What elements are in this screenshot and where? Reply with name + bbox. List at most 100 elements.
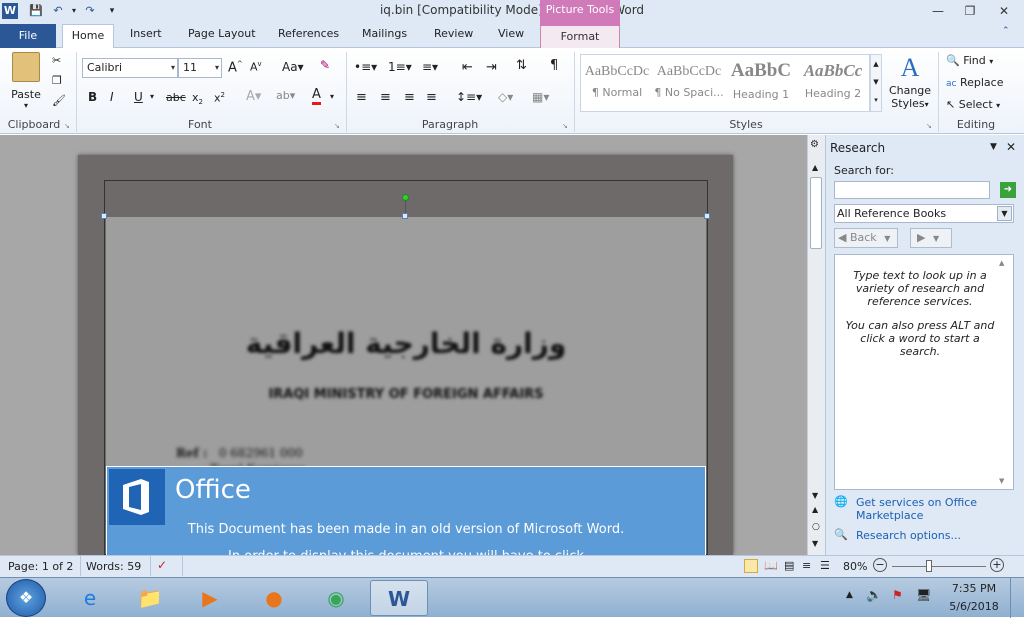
show-desktop-button[interactable] xyxy=(1010,578,1024,618)
tab-page-layout[interactable]: Page Layout xyxy=(188,27,256,40)
tab-references[interactable]: References xyxy=(278,27,339,40)
underline-icon[interactable]: U xyxy=(134,90,143,104)
research-options-link[interactable]: Research options... xyxy=(856,529,961,542)
tab-view[interactable]: View xyxy=(498,27,524,40)
format-painter-icon[interactable]: 🖌 xyxy=(52,94,66,107)
change-case-icon[interactable]: Aa▾ xyxy=(282,60,304,74)
full-screen-reading-icon[interactable]: 📖 xyxy=(764,559,778,572)
web-layout-icon[interactable]: ▤ xyxy=(784,559,794,572)
line-spacing-icon[interactable]: ↕≡▾ xyxy=(456,90,482,104)
internet-explorer-icon[interactable]: e xyxy=(64,580,116,616)
volume-icon[interactable]: 🔈 xyxy=(866,588,882,603)
strikethrough-icon[interactable]: abc xyxy=(166,91,186,104)
minimize-button[interactable]: — xyxy=(924,2,952,20)
show-formatting-icon[interactable]: ¶ xyxy=(550,58,558,73)
clock[interactable]: 7:35 PM 5/6/2018 xyxy=(944,582,1004,613)
zoom-in-icon[interactable]: + xyxy=(990,558,1004,572)
scroll-up-icon[interactable]: ▲ xyxy=(812,163,818,172)
next-page-icon[interactable]: ▼ xyxy=(812,539,818,548)
scroll-down-icon[interactable]: ▼ xyxy=(812,491,818,500)
zoom-slider-thumb[interactable] xyxy=(926,560,932,572)
tab-mailings[interactable]: Mailings xyxy=(362,27,407,40)
word-taskbar-icon[interactable]: W xyxy=(370,580,428,616)
proofing-icon[interactable]: ✓ xyxy=(157,558,167,572)
results-scroll-up-icon[interactable]: ▲ xyxy=(999,259,1004,267)
style-heading-1[interactable]: AaBbC Heading 1 xyxy=(726,56,796,108)
font-color-dropdown-icon[interactable]: ▾ xyxy=(330,92,334,101)
align-center-icon[interactable]: ≡ xyxy=(380,90,391,105)
clear-formatting-icon[interactable]: ✎ xyxy=(320,58,330,72)
highlight-icon[interactable]: ab▾ xyxy=(276,89,295,102)
style-normal[interactable]: AaBbCcDc ¶ Normal xyxy=(582,56,652,108)
decrease-indent-icon[interactable]: ⇤ xyxy=(462,60,473,75)
change-styles-button[interactable]: A Change Styles▾ xyxy=(886,52,934,110)
zoom-slider[interactable] xyxy=(892,566,986,567)
align-right-icon[interactable]: ≡ xyxy=(404,90,415,105)
align-left-icon[interactable]: ≡ xyxy=(356,90,367,105)
action-center-icon[interactable]: ⚑ xyxy=(892,588,903,602)
search-input[interactable] xyxy=(834,181,990,199)
firefox-icon[interactable]: ● xyxy=(248,580,300,616)
font-launcher-icon[interactable]: ↘ xyxy=(334,122,340,130)
services-link[interactable]: Get services on Office Marketplace xyxy=(856,496,1016,522)
page-count[interactable]: Page: 1 of 2 xyxy=(8,560,73,573)
close-pane-icon[interactable]: ✕ xyxy=(1006,140,1016,154)
start-search-icon[interactable]: ➜ xyxy=(1000,182,1016,198)
replace-button[interactable]: ac Replace xyxy=(946,76,1003,89)
underline-dropdown-icon[interactable]: ▾ xyxy=(150,92,154,101)
forward-button[interactable]: ▶ ▼ xyxy=(910,228,952,248)
results-scroll-down-icon[interactable]: ▼ xyxy=(999,477,1004,485)
style-no-spacing[interactable]: AaBbCcDc ¶ No Spaci... xyxy=(654,56,724,108)
styles-scroll[interactable]: ▲ ▼ ▾ xyxy=(870,54,882,112)
superscript-icon[interactable]: x2 xyxy=(214,91,225,105)
zoom-level[interactable]: 80% xyxy=(843,560,867,573)
reference-books-select[interactable]: All Reference Books ▼ xyxy=(834,204,1014,223)
pane-options-icon[interactable]: ▼ xyxy=(990,142,997,152)
italic-icon[interactable]: I xyxy=(110,90,114,104)
media-player-icon[interactable]: ▶ xyxy=(184,580,236,616)
grow-font-icon[interactable]: A^ xyxy=(228,60,243,75)
tab-review[interactable]: Review xyxy=(434,27,473,40)
close-button[interactable]: ✕ xyxy=(990,2,1018,20)
word-count[interactable]: Words: 59 xyxy=(86,560,141,573)
bold-icon[interactable]: B xyxy=(88,90,97,104)
subscript-icon[interactable]: x2 xyxy=(192,91,203,106)
zoom-out-icon[interactable]: − xyxy=(873,558,887,572)
browse-object-icon[interactable]: ○ xyxy=(812,522,820,532)
shrink-font-icon[interactable]: Av xyxy=(250,60,262,74)
sort-icon[interactable]: ⇅ xyxy=(516,58,527,73)
find-button[interactable]: 🔍 Find ▾ xyxy=(946,54,993,67)
copy-icon[interactable]: ❐ xyxy=(52,74,62,87)
network-icon[interactable]: 🖥 xyxy=(916,588,931,602)
paste-button[interactable]: Paste ▾ xyxy=(8,52,44,112)
minimize-ribbon-icon[interactable]: ⌃ xyxy=(1002,26,1016,40)
resize-handle-tr[interactable] xyxy=(704,213,710,219)
borders-icon[interactable]: ▦▾ xyxy=(532,90,549,104)
tab-home[interactable]: Home xyxy=(62,24,114,49)
chrome-icon[interactable]: ◉ xyxy=(310,580,362,616)
style-heading-2[interactable]: AaBbCc Heading 2 xyxy=(798,56,868,108)
bullets-icon[interactable]: •≡▾ xyxy=(354,60,377,74)
file-explorer-icon[interactable]: 📁 xyxy=(124,580,176,616)
multilevel-list-icon[interactable]: ≡▾ xyxy=(422,60,438,74)
numbering-icon[interactable]: 1≡▾ xyxy=(388,60,412,74)
resize-handle-tl[interactable] xyxy=(101,213,107,219)
show-hidden-icons-icon[interactable]: ▲ xyxy=(846,590,853,600)
clipboard-launcher-icon[interactable]: ↘ xyxy=(64,122,70,130)
paragraph-launcher-icon[interactable]: ↘ xyxy=(562,122,568,130)
print-layout-icon[interactable] xyxy=(744,559,758,573)
tab-file[interactable]: File xyxy=(0,24,56,48)
increase-indent-icon[interactable]: ⇥ xyxy=(486,60,497,75)
scroll-thumb[interactable] xyxy=(810,177,822,249)
select-button[interactable]: ↖ Select ▾ xyxy=(946,98,1000,111)
draft-icon[interactable]: ☰ xyxy=(820,559,830,572)
font-name-combo[interactable]: Calibri ▾ xyxy=(82,58,178,78)
styles-launcher-icon[interactable]: ↘ xyxy=(926,122,932,130)
start-button[interactable]: ❖ xyxy=(6,579,46,617)
resize-handle-top[interactable] xyxy=(402,213,408,219)
font-color-icon[interactable]: A xyxy=(312,88,321,105)
previous-page-icon[interactable]: ▲ xyxy=(812,505,818,514)
outline-icon[interactable]: ≡ xyxy=(802,559,811,572)
tab-format[interactable]: Format xyxy=(540,26,620,48)
rotation-handle[interactable] xyxy=(402,194,409,201)
